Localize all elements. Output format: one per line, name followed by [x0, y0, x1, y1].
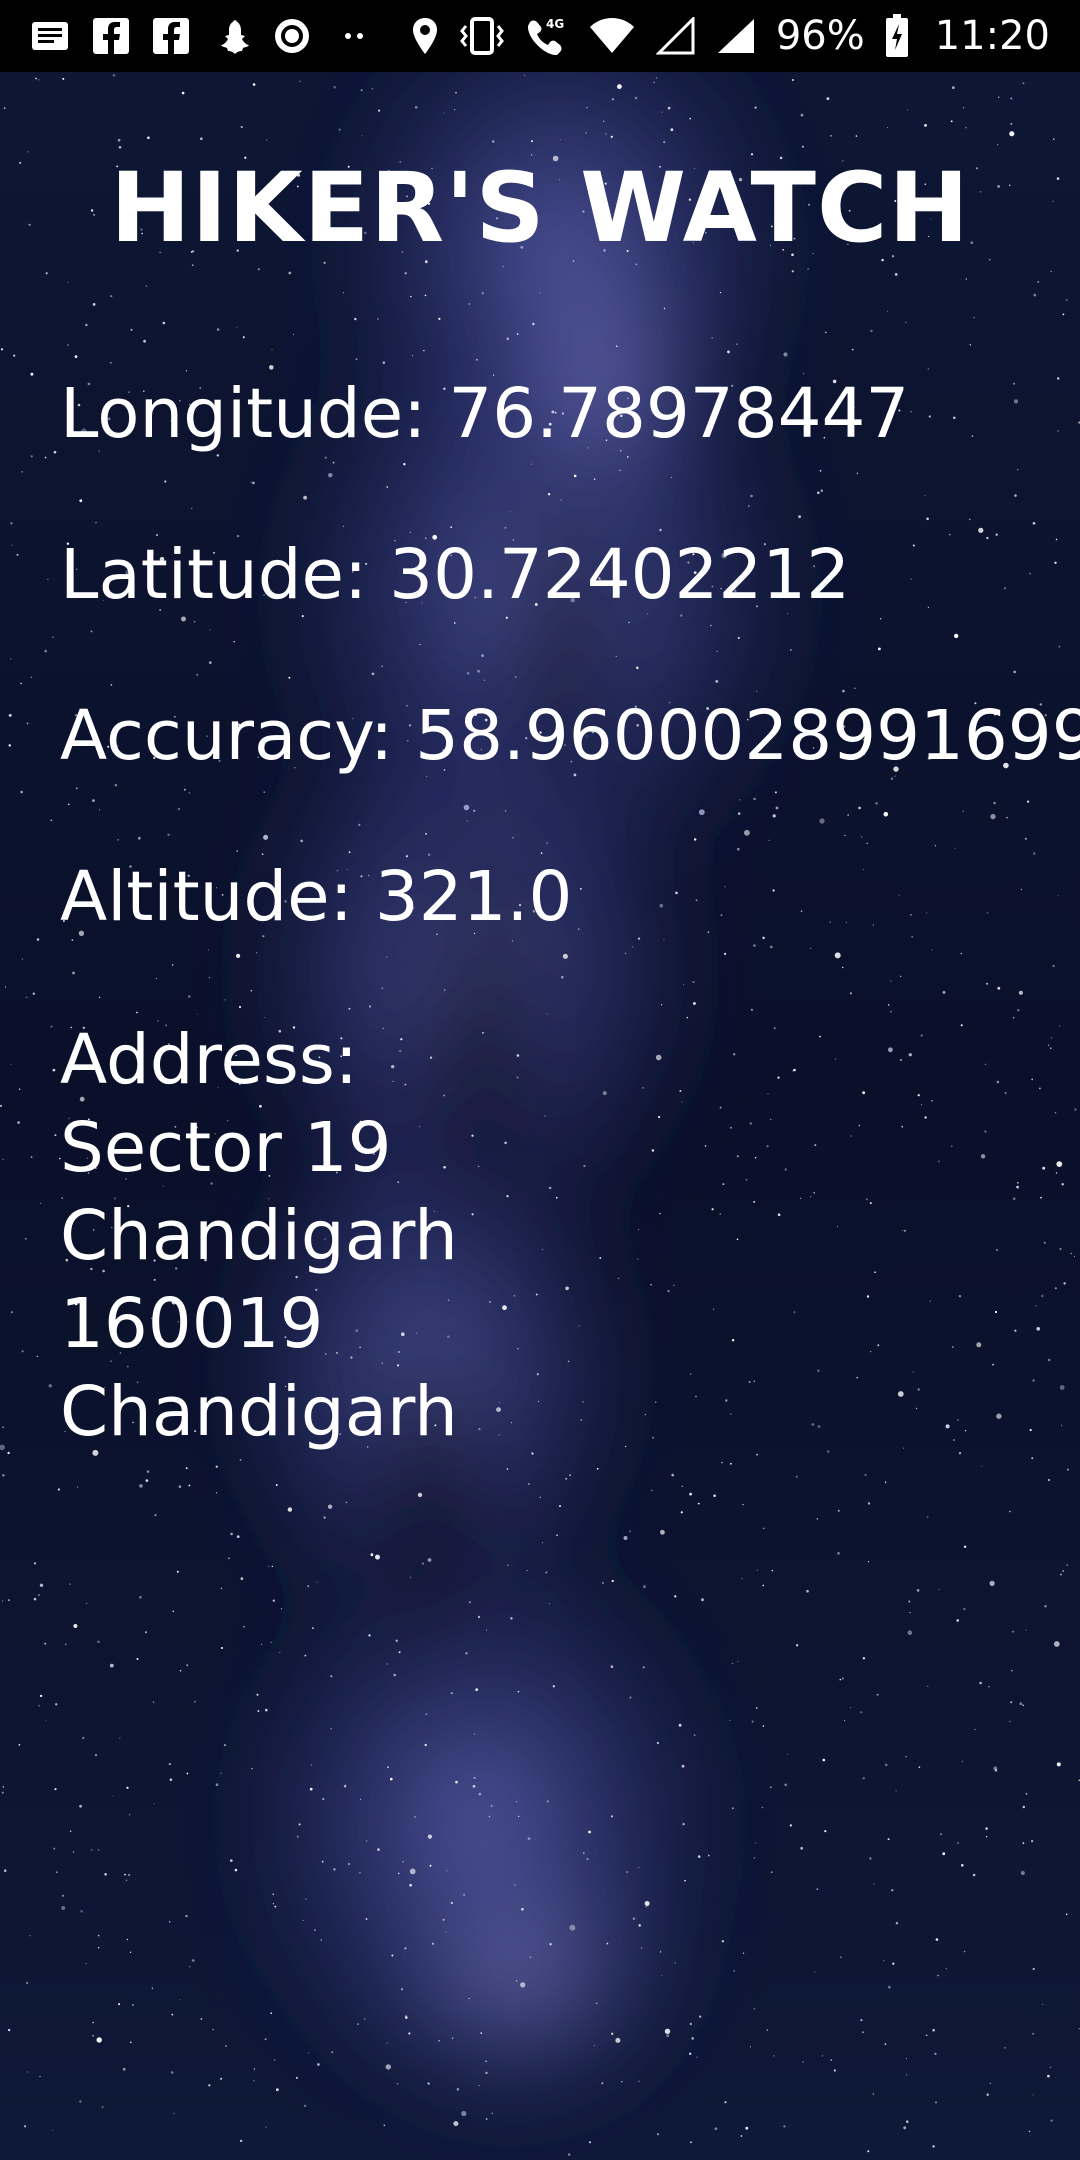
signal-icon	[716, 17, 756, 55]
status-bar: 4G 96% 11:20	[0, 0, 1080, 72]
facebook-icon	[92, 17, 130, 55]
address-line: Chandigarh	[60, 1196, 458, 1276]
address-label: Address:	[60, 1020, 359, 1100]
hikers-watch-content: HIKER'S WATCH Longitude: 76.78978447 Lat…	[0, 72, 1080, 2160]
app-screen: 4G 96% 11:20 HIKER'S WATCH Longitude: 76…	[0, 0, 1080, 2160]
wifi-icon	[588, 17, 636, 55]
more-dots-icon	[334, 26, 374, 46]
system-icons: 4G 96% 11:20	[410, 13, 1050, 59]
app-title: HIKER'S WATCH	[110, 152, 970, 264]
vibrate-icon	[459, 16, 504, 56]
clock: 11:20	[934, 13, 1050, 59]
address-line: 160019	[60, 1284, 324, 1364]
svg-text:4G: 4G	[546, 17, 564, 31]
battery-percentage: 96%	[775, 13, 865, 59]
record-icon	[272, 16, 312, 56]
4g-call-icon: 4G	[524, 16, 568, 56]
address-line: Sector 19	[60, 1108, 392, 1188]
latitude-text: Latitude: 30.72402212	[60, 535, 851, 615]
news-icon	[30, 18, 70, 54]
snapchat-icon	[212, 17, 250, 55]
address-block: Address: Sector 19 Chandigarh 160019 Cha…	[60, 1016, 458, 1456]
altitude-text: Altitude: 321.0	[60, 857, 573, 937]
longitude-text: Longitude: 76.78978447	[60, 374, 910, 454]
notification-icons	[30, 16, 374, 56]
signal-empty-icon	[655, 17, 696, 55]
battery-charging-icon	[885, 14, 909, 58]
accuracy-text: Accuracy: 58.960002899169922	[60, 696, 1080, 776]
location-icon	[410, 16, 440, 56]
address-line: Chandigarh	[60, 1372, 458, 1452]
facebook-icon	[152, 17, 190, 55]
